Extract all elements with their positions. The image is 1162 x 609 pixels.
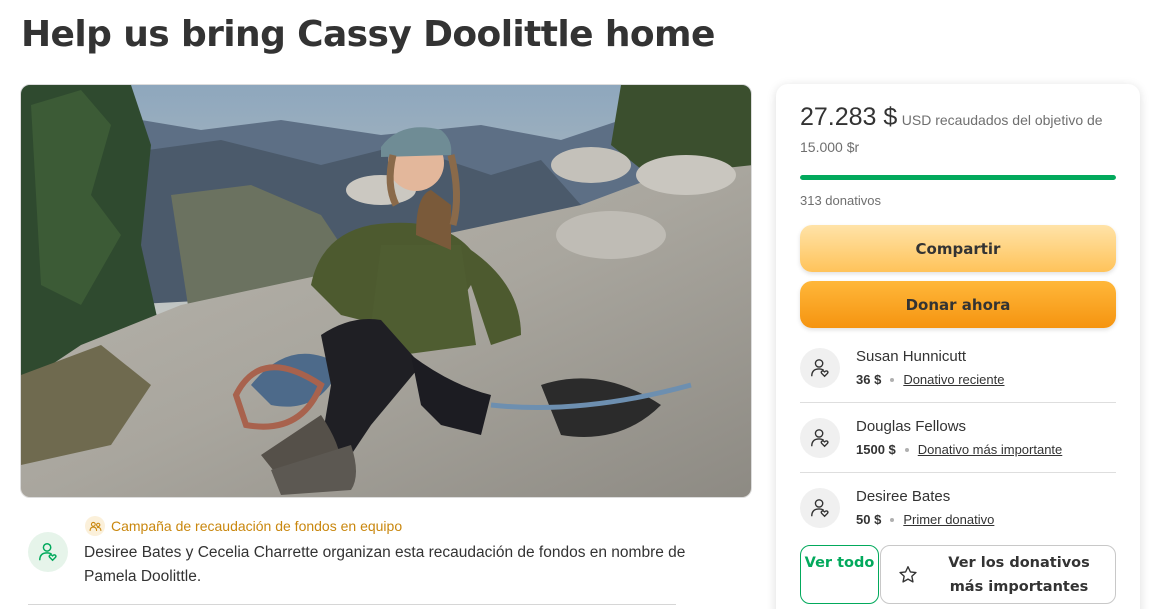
donor-amount: 50 $ — [856, 512, 882, 527]
raised-amount: 27.283 $ — [800, 103, 898, 131]
donor-amount: 1500 $ — [856, 442, 896, 457]
see-top-donations-button[interactable]: Ver los donativos más importantes — [880, 545, 1116, 604]
user-heart-icon — [811, 429, 829, 448]
team-icon — [85, 516, 105, 536]
star-icon — [899, 565, 917, 583]
donor-name: Douglas Fellows — [856, 418, 967, 435]
organizer-description: Desiree Bates y Cecelia Charrette organi… — [84, 544, 686, 585]
campaign-photo — [20, 84, 752, 498]
team-campaign-tag: Campaña de recaudación de fondos en equi… — [85, 516, 402, 536]
donor-name: Desiree Bates — [856, 488, 951, 505]
donor-avatar — [800, 418, 840, 458]
donate-now-button[interactable]: Donar ahora — [800, 281, 1116, 328]
separator-dot — [890, 517, 895, 522]
share-button[interactable]: Compartir — [800, 225, 1116, 272]
separator-dot — [904, 447, 909, 452]
donor-avatar — [800, 488, 840, 528]
donor-meta: 50 $ Primer donativo — [856, 512, 994, 527]
donor-meta: 1500 $ Donativo más importante — [856, 442, 1062, 457]
donor-avatar — [800, 348, 840, 388]
user-heart-icon — [811, 359, 829, 378]
organizer-avatar — [28, 532, 68, 572]
donor-amount: 36 $ — [856, 372, 882, 387]
separator-dot — [890, 377, 895, 382]
donor-tag-link[interactable]: Primer donativo — [903, 512, 994, 527]
donor-name: Susan Hunnicutt — [856, 348, 967, 365]
donor-meta: 36 $ Donativo reciente — [856, 372, 1004, 387]
donor-divider — [800, 472, 1116, 473]
donor-item: Desiree Bates 50 $ Primer donativo — [800, 484, 1116, 554]
user-heart-icon — [811, 499, 829, 518]
progress-bar — [800, 175, 1116, 180]
see-all-button[interactable]: Ver todo — [800, 545, 879, 604]
progress-fill — [800, 175, 1116, 180]
page-title: Help us bring Cassy Doolittle home — [21, 14, 715, 55]
user-heart-icon — [39, 543, 57, 562]
donor-tag-link[interactable]: Donativo reciente — [903, 372, 1004, 387]
team-campaign-label: Campaña de recaudación de fondos en equi… — [111, 518, 403, 534]
see-top-donations-label: Ver los donativos más importantes — [948, 554, 1090, 595]
section-divider — [28, 604, 676, 605]
donation-card: 27.283 $ USD recaudados del objetivo de … — [776, 84, 1140, 609]
donor-item: Susan Hunnicutt 36 $ Donativo reciente — [800, 344, 1116, 414]
donations-count: 313 donativos — [800, 193, 881, 208]
raised-summary: 27.283 $ USD recaudados del objetivo de … — [800, 104, 1120, 161]
donor-divider — [800, 402, 1116, 403]
donor-tag-link[interactable]: Donativo más importante — [918, 442, 1063, 457]
donor-item: Douglas Fellows 1500 $ Donativo más impo… — [800, 414, 1116, 484]
